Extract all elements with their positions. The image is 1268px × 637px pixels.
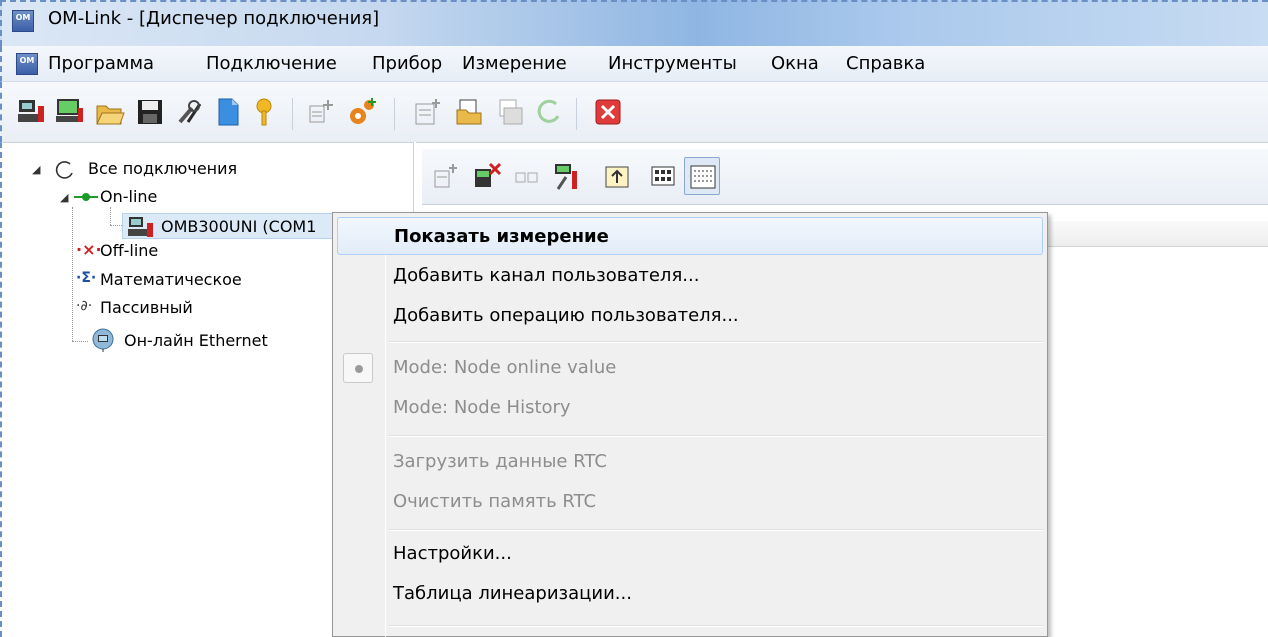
menu-item-mode-history[interactable]: Mode: Node History [337, 389, 1043, 427]
save-measurement-icon[interactable] [494, 96, 526, 128]
menu-item-settings[interactable]: Настройки... [337, 535, 1043, 573]
menu-program[interactable]: Программа [48, 53, 154, 74]
device-settings-icon[interactable] [54, 96, 86, 128]
tree-connector [72, 341, 88, 342]
folder-up-icon[interactable] [602, 161, 632, 191]
menu-item-label: Загрузить данные RTC [393, 451, 607, 472]
window-title: OM-Link - [Диспечер подключения] [48, 8, 380, 29]
connect-device-icon[interactable] [16, 96, 48, 128]
menu-item-mode-online[interactable]: Mode: Node online value [337, 349, 1043, 387]
key-icon[interactable] [248, 96, 280, 128]
ear-icon: ·∂· [76, 298, 93, 314]
copy-icon[interactable] [512, 161, 542, 191]
details-view-icon [690, 165, 716, 189]
context-menu: Показать измерение Добавить канал пользо… [332, 212, 1048, 637]
expand-arrow-icon[interactable]: ◢ [60, 191, 68, 204]
add-channel-icon[interactable] [306, 96, 338, 128]
menu-item-add-user-operation[interactable]: Добавить операцию пользователя... [337, 297, 1043, 335]
menu-windows[interactable]: Окна [771, 53, 819, 74]
refresh-icon[interactable] [532, 96, 564, 128]
menu-separator [389, 625, 1043, 627]
open-folder-icon[interactable] [94, 96, 126, 128]
menu-connection[interactable]: Подключение [206, 53, 337, 74]
radio-dot-icon [355, 365, 363, 373]
menu-measurement[interactable]: Измерение [462, 53, 567, 74]
tree-label: Off-line [100, 241, 159, 260]
menu-item-label: Таблица линеаризации... [393, 583, 632, 604]
menu-item-label: Mode: Node online value [393, 357, 617, 378]
delete-channel-icon[interactable] [472, 161, 502, 191]
radio-indicator [343, 353, 373, 383]
details-view-button[interactable] [684, 157, 720, 195]
online-link-icon [74, 193, 98, 201]
new-measurement-icon[interactable] [412, 96, 444, 128]
add-channel-icon[interactable] [432, 161, 462, 191]
menu-item-linearization-table[interactable]: Таблица линеаризации... [337, 575, 1043, 613]
menu-item-label: Добавить канал пользователя... [393, 265, 700, 286]
menu-separator [389, 529, 1043, 531]
menu-item-label: Добавить операцию пользователя... [393, 305, 739, 326]
large-icons-view-icon[interactable] [648, 161, 678, 191]
device-tools-icon[interactable] [552, 161, 582, 191]
menu-help[interactable]: Справка [846, 53, 925, 74]
document-icon[interactable] [212, 96, 244, 128]
ethernet-globe-icon [92, 328, 114, 352]
details-toolbar [422, 149, 1268, 205]
menu-bar: OM Программа Подключение Прибор Измерени… [0, 46, 1268, 82]
tools-icon[interactable] [174, 96, 206, 128]
menu-item-show-measurement[interactable]: Показать измерение [337, 217, 1043, 255]
menu-item-load-rtc[interactable]: Загрузить данные RTC [337, 443, 1043, 481]
menu-device[interactable]: Прибор [372, 53, 442, 74]
tree-label: Математическое [100, 270, 242, 289]
add-operation-icon[interactable] [346, 96, 378, 128]
menu-item-label: Показать измерение [394, 226, 609, 247]
toolbar-separator [394, 98, 395, 130]
refresh-icon [55, 161, 73, 179]
tree-label: OMB300UNI (COM1 [161, 217, 317, 236]
menu-item-label: Очистить память RTC [393, 491, 597, 512]
title-bar: OM OM-Link - [Диспечер подключения] [0, 0, 1268, 46]
menu-separator [389, 435, 1043, 437]
device-computer-icon [128, 217, 153, 237]
menu-item-clear-rtc[interactable]: Очистить память RTC [337, 483, 1043, 521]
toolbar-separator [292, 98, 293, 130]
app-menu-icon[interactable]: OM [16, 53, 38, 75]
main-toolbar [0, 82, 1268, 142]
open-measurement-icon[interactable] [454, 96, 486, 128]
tree-label: Он-лайн Ethernet [124, 331, 268, 350]
app-logo-icon: OM [12, 10, 34, 32]
tree-label: Все подключения [88, 159, 238, 178]
tree-connector [72, 207, 73, 341]
toolbar-separator [576, 98, 577, 130]
menu-item-add-user-channel[interactable]: Добавить канал пользователя... [337, 257, 1043, 295]
tree-label: On-line [100, 187, 158, 206]
menu-separator [389, 341, 1043, 343]
expand-arrow-icon[interactable]: ◢ [32, 163, 40, 176]
save-icon[interactable] [134, 96, 166, 128]
menu-item-label: Mode: Node History [393, 397, 571, 418]
sigma-icon: ·Σ· [76, 270, 97, 286]
tree-connector [110, 207, 111, 225]
menu-tools[interactable]: Инструменты [608, 53, 737, 74]
offline-x-icon: ·×· [76, 240, 102, 259]
close-red-icon[interactable] [592, 96, 624, 128]
tree-label: Пассивный [100, 298, 193, 317]
menu-item-label: Настройки... [393, 543, 512, 564]
